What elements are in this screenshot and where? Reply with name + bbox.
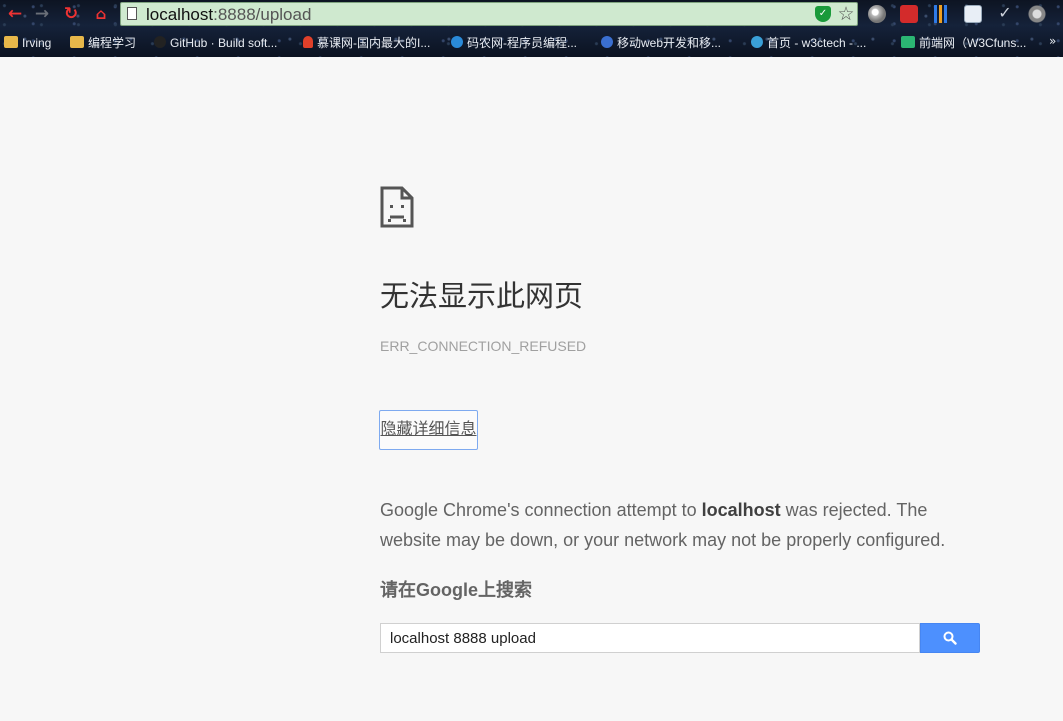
search-icon — [943, 631, 957, 645]
bookmark-item[interactable]: 编程学习 — [70, 35, 136, 51]
home-icon[interactable]: ⌂ — [91, 4, 111, 24]
bookmark-item[interactable]: Irving — [4, 35, 51, 51]
address-url[interactable]: localhost:8888/upload — [146, 5, 311, 25]
folder-icon — [70, 36, 84, 48]
bookmarks-overflow-button[interactable]: » — [1049, 34, 1056, 48]
google-search-input[interactable] — [380, 623, 920, 653]
hide-details-button[interactable]: 隐藏详细信息 — [379, 410, 478, 450]
folder-icon — [4, 36, 18, 48]
error-host: localhost — [701, 500, 781, 520]
bookmark-item[interactable]: 码农网-程序员编程... — [451, 35, 577, 51]
browser-toolbar: ← → ↻ ⌂ localhost:8888/upload ✓ ☆ ✓ — [0, 0, 1063, 29]
bookmark-item[interactable]: GitHub · Build soft... — [154, 35, 277, 51]
shield-icon[interactable]: ✓ — [815, 6, 831, 22]
browser-chrome: ← → ↻ ⌂ localhost:8888/upload ✓ ☆ ✓ Irvi… — [0, 0, 1063, 57]
github-icon — [154, 36, 166, 48]
bookmark-item[interactable]: 慕课网-国内最大的I... — [303, 35, 430, 51]
bookmarks-bar: Irving 编程学习 GitHub · Build soft... 慕课网-国… — [0, 29, 1063, 57]
address-bar[interactable]: localhost:8888/upload ✓ ☆ — [120, 2, 858, 26]
codeceo-icon — [451, 36, 463, 48]
extension-pocket-icon[interactable] — [1028, 5, 1046, 23]
error-description: Google Chrome's connection attempt to lo… — [380, 500, 946, 550]
w3cfuns-icon — [901, 36, 915, 48]
back-arrow-icon[interactable]: ← — [5, 4, 25, 24]
bookmark-item[interactable]: 前端网（W3Cfuns... — [901, 35, 1026, 51]
extension-window-icon[interactable] — [964, 5, 982, 23]
reload-icon[interactable]: ↻ — [61, 4, 81, 24]
url-path: :8888/upload — [213, 5, 312, 24]
bookmark-item[interactable]: 首页 - w3ctech - ... — [751, 35, 866, 51]
page-icon — [127, 7, 137, 20]
error-title: 无法显示此网页 — [380, 281, 584, 313]
checkmark-icon[interactable]: ✓ — [996, 5, 1014, 23]
mobile-web-icon — [601, 36, 613, 48]
search-button[interactable] — [920, 623, 980, 653]
error-code: ERR_CONNECTION_REFUSED — [380, 338, 587, 354]
bookmark-star-icon[interactable]: ☆ — [836, 3, 856, 25]
sad-page-icon — [380, 186, 414, 228]
w3ctech-icon — [751, 36, 763, 48]
imooc-icon — [303, 36, 313, 48]
url-host: localhost — [146, 5, 214, 24]
extension-globe-icon[interactable] — [868, 5, 886, 23]
forward-arrow-icon[interactable]: → — [32, 4, 52, 24]
search-heading: 请在Google上搜索 — [380, 580, 532, 600]
bookmark-item[interactable]: 移动web开发和移... — [601, 35, 721, 51]
extension-red-icon[interactable] — [900, 5, 918, 23]
extension-chart-icon[interactable] — [932, 5, 950, 23]
